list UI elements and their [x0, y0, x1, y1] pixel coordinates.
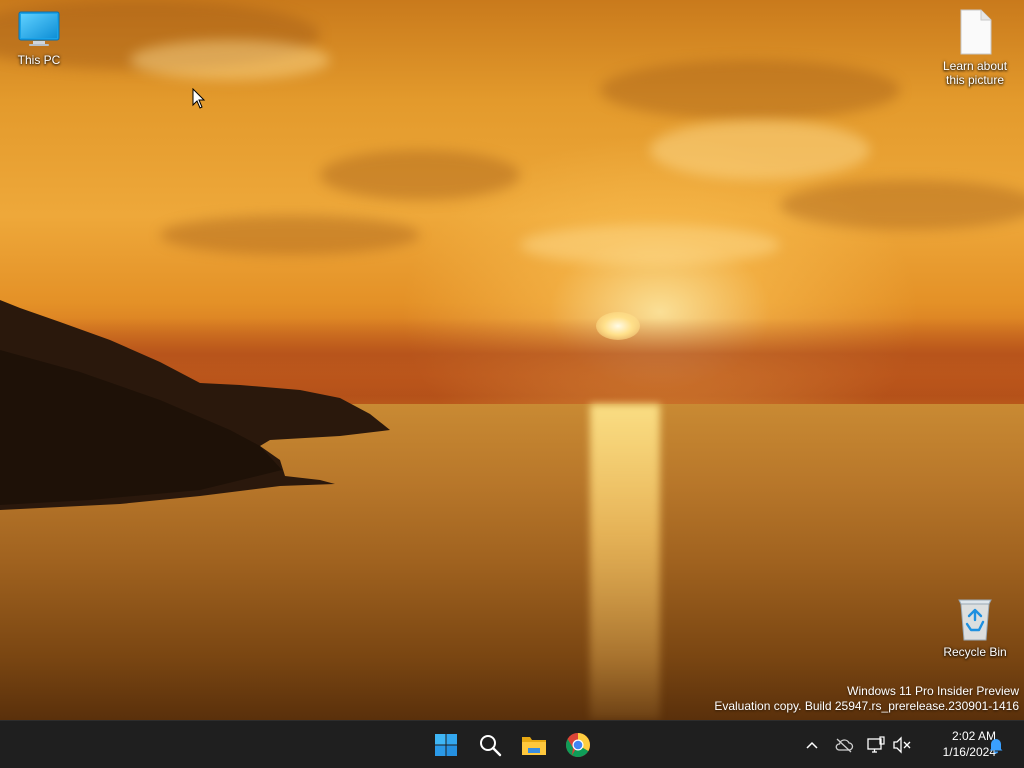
- speaker-muted-icon: [893, 736, 911, 754]
- show-hidden-icons-button[interactable]: [800, 731, 824, 759]
- desktop-icon-this-pc[interactable]: This PC: [0, 10, 78, 67]
- notifications-button[interactable]: [984, 731, 1008, 759]
- document-icon: [960, 9, 992, 55]
- onedrive-tray-button[interactable]: [832, 731, 856, 759]
- desktop-icon-learn-about-picture[interactable]: Learn about this picture: [936, 8, 1014, 87]
- cloud-off-icon: [835, 738, 854, 753]
- headland-silhouette: [0, 300, 390, 510]
- network-tray-button[interactable]: [864, 731, 888, 759]
- search-button[interactable]: [470, 725, 510, 765]
- watermark-line: Evaluation copy. Build 25947.rs_prerelea…: [714, 699, 1019, 713]
- volume-tray-button[interactable]: [890, 731, 914, 759]
- file-explorer-button[interactable]: [514, 725, 554, 765]
- monitor-icon: [18, 11, 60, 46]
- desktop-wallpaper: [0, 0, 1024, 720]
- folder-icon: [522, 737, 546, 755]
- chrome-icon: [566, 733, 590, 758]
- bell-icon: [989, 739, 1003, 754]
- network-icon: [867, 736, 885, 753]
- desktop-icon-label: this picture: [945, 73, 1005, 87]
- mouse-cursor-icon: [192, 88, 206, 109]
- start-button[interactable]: [426, 725, 466, 765]
- taskbar: 2:02 AM 1/16/2024: [0, 720, 1024, 768]
- search-icon: [480, 735, 502, 757]
- desktop-icon-recycle-bin[interactable]: Recycle Bin: [936, 596, 1014, 659]
- watermark-line: Windows 11 Pro Insider Preview: [847, 684, 1019, 698]
- chevron-up-icon: [806, 741, 818, 749]
- desktop-icon-label: This PC: [17, 53, 61, 67]
- desktop-icon-label: Learn about: [942, 59, 1008, 73]
- recycle-bin-icon: [958, 599, 992, 641]
- windows-logo-icon: [435, 734, 457, 756]
- desktop-icon-label: Recycle Bin: [943, 645, 1007, 659]
- evaluation-watermark: Windows 11 Pro Insider Preview Evaluatio…: [714, 684, 1019, 714]
- chrome-button[interactable]: [558, 725, 598, 765]
